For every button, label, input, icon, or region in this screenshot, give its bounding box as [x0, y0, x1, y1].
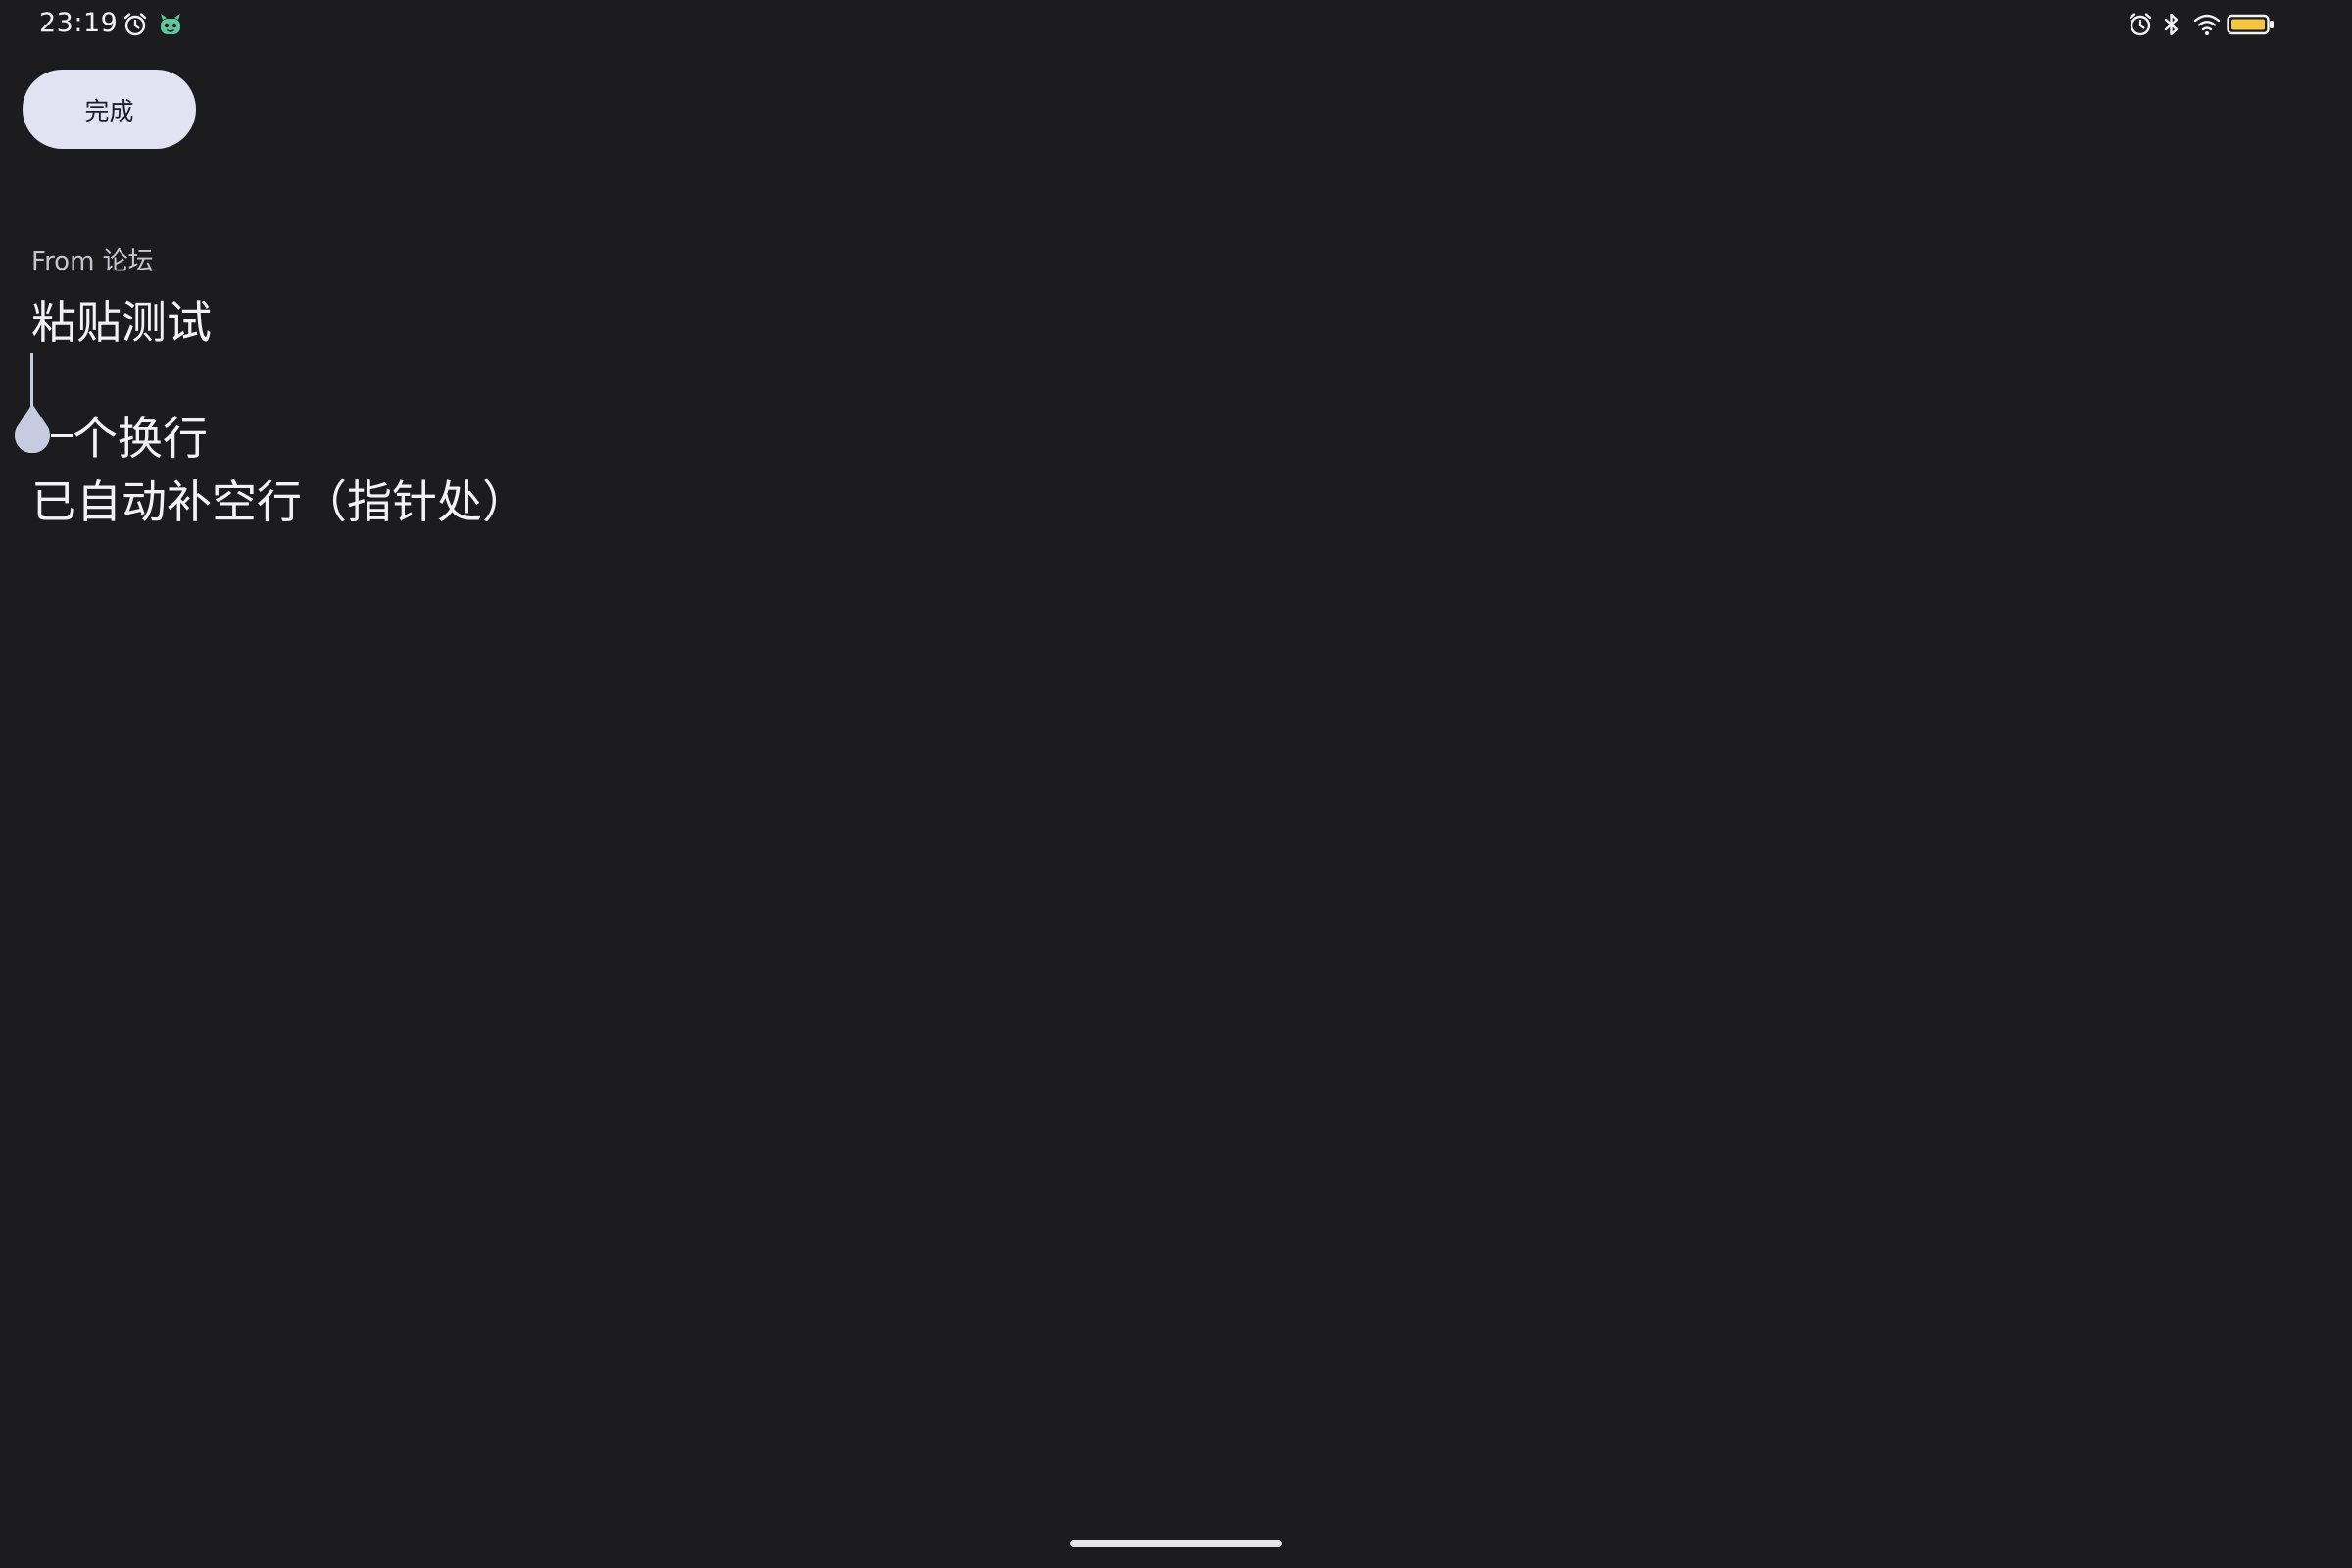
note-line[interactable]: 粘贴测试: [31, 300, 212, 345]
status-time: 23:19: [39, 8, 119, 38]
note-line[interactable]: 已自动补空行（指针处）: [31, 479, 527, 524]
alarm-icon: [2129, 13, 2152, 36]
battery-icon: [2227, 14, 2274, 35]
note-editor-screen: 23:19 完成 From 论坛 粘贴测试 个换行 已自动补空行（指针处）: [0, 0, 2352, 1568]
alarm-icon: [123, 13, 147, 36]
line-prefix-dash: [51, 434, 73, 437]
cursor-handle[interactable]: [12, 402, 53, 453]
text-cursor: [30, 353, 33, 408]
done-button[interactable]: 完成: [23, 70, 196, 149]
note-line[interactable]: 个换行: [73, 416, 208, 461]
app-mascot-icon: [161, 14, 180, 34]
gesture-navigation-bar[interactable]: [1070, 1540, 1282, 1547]
status-bar: 23:19: [0, 0, 2352, 49]
bluetooth-icon: [2164, 13, 2179, 36]
wifi-icon: [2193, 14, 2221, 35]
source-label: From 论坛: [31, 247, 154, 276]
